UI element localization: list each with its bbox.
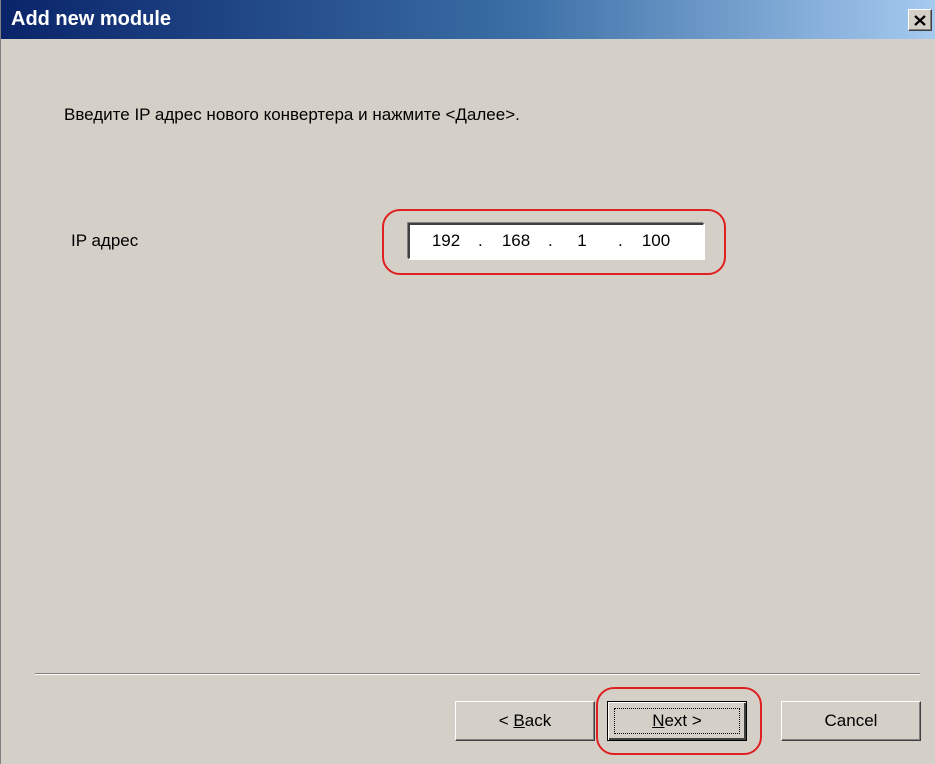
add-module-dialog: Add new module Введите IP адрес нового к… bbox=[0, 0, 935, 764]
ip-address-label: IP адрес bbox=[71, 231, 139, 250]
next-annotation-circle bbox=[596, 687, 762, 755]
button-separator bbox=[35, 673, 920, 675]
ip-annotation-circle bbox=[382, 209, 726, 275]
window-title: Add new module bbox=[11, 8, 171, 30]
cancel-button[interactable]: Cancel bbox=[781, 701, 921, 741]
back-button[interactable]: < Back bbox=[455, 701, 595, 741]
back-button-label: < Back bbox=[498, 711, 552, 730]
close-icon bbox=[914, 14, 926, 26]
close-button[interactable] bbox=[908, 9, 932, 31]
title-bar[interactable]: Add new module bbox=[1, 0, 935, 39]
instruction-text: Введите IP адрес нового конвертера и наж… bbox=[64, 105, 520, 124]
